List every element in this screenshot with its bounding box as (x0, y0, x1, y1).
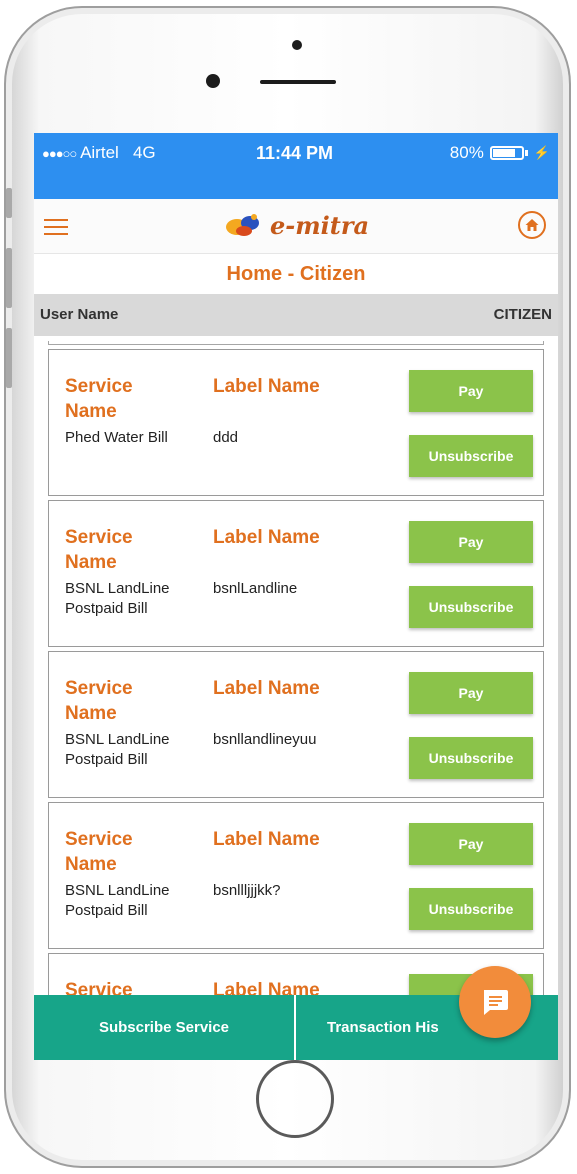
logo-mark-icon (226, 214, 259, 236)
user-info-bar: User Name CITIZEN (34, 294, 558, 336)
unsubscribe-button[interactable]: Unsubscribe (409, 888, 533, 930)
unsubscribe-button[interactable]: Unsubscribe (409, 435, 533, 477)
app-header: e-mitra (34, 199, 558, 254)
network-type: 4G (132, 143, 156, 162)
user-name-value: CITIZEN (493, 306, 552, 323)
service-name-value: BSNL LandLine Postpaid Bill (65, 731, 170, 768)
battery-percent: 80% (449, 143, 484, 162)
chat-icon (484, 990, 508, 1015)
service-name-header: Service Name (65, 376, 133, 422)
subscribe-service-label: Subscribe Service (98, 1019, 230, 1036)
label-name-header: Label Name (213, 829, 320, 850)
service-name-header: Service Name (65, 829, 133, 875)
previous-card-edge (48, 341, 544, 345)
hamburger-icon[interactable] (44, 219, 68, 235)
label-name-value: ddd (213, 429, 239, 446)
unsubscribe-button[interactable]: Unsubscribe (409, 586, 533, 628)
label-name-header: Label Name (213, 376, 320, 397)
subscription-card: Service Name Label Name BSNL LandLine Po… (48, 651, 544, 798)
label-name-value: bsnllandlineyuu (213, 731, 317, 748)
signal-strength-icon: ●●●○○ (42, 146, 77, 161)
volume-down-button (6, 328, 12, 388)
home-icon[interactable] (518, 211, 546, 239)
service-name-header: Service Name (65, 527, 133, 573)
front-camera (206, 74, 220, 88)
subscribe-service-tab[interactable]: Subscribe Service (34, 995, 296, 1060)
subscription-card: Service Name Label Name Phed Water Bill … (48, 349, 544, 496)
chat-fab-button[interactable] (459, 966, 531, 1038)
page-title: Home - Citizen (226, 263, 366, 285)
subscription-list: Service Name Label Name Phed Water Bill … (48, 341, 544, 1060)
pay-button[interactable]: Pay (409, 370, 533, 412)
app-screen: ●●●○○ Airtel 4G 11:44 PM 80% ⚡ e-mitra H… (34, 133, 558, 1060)
label-name-header: Label Name (213, 527, 320, 548)
logo-text: e-mitra (270, 210, 370, 240)
charging-bolt-icon: ⚡ (533, 145, 550, 160)
carrier-info: ●●●○○ Airtel 4G (42, 143, 156, 163)
battery-icon (489, 146, 524, 160)
battery-status: 80% ⚡ (450, 143, 550, 163)
service-name-value: BSNL LandLine Postpaid Bill (65, 882, 170, 919)
subscription-card: Service Name Label Name BSNL LandLine Po… (48, 500, 544, 647)
emitra-logo: e-mitra (224, 209, 369, 241)
pay-button[interactable]: Pay (409, 823, 533, 865)
mute-switch (6, 188, 12, 218)
proximity-sensor (292, 40, 302, 50)
pay-button[interactable]: Pay (409, 521, 533, 563)
label-name-value: bsnllljjjkk? (213, 882, 281, 899)
service-name-value: Phed Water Bill (65, 429, 168, 446)
earpiece-speaker (260, 80, 336, 84)
subscription-card: Service Name Label Name BSNL LandLine Po… (48, 802, 544, 949)
volume-up-button (6, 248, 12, 308)
label-name-value: bsnlLandline (213, 580, 298, 597)
status-time: 11:44 PM (256, 143, 334, 163)
unsubscribe-button[interactable]: Unsubscribe (409, 737, 533, 779)
pay-button[interactable]: Pay (409, 672, 533, 714)
status-bar: ●●●○○ Airtel 4G 11:44 PM 80% ⚡ (34, 133, 558, 199)
service-name-header: Service Name (65, 678, 133, 724)
service-name-value: BSNL LandLine Postpaid Bill (65, 580, 170, 617)
label-name-header: Label Name (213, 678, 320, 699)
phone-home-button[interactable] (256, 1060, 334, 1138)
carrier-name: Airtel (80, 143, 119, 162)
user-name-label: User Name (40, 306, 119, 323)
